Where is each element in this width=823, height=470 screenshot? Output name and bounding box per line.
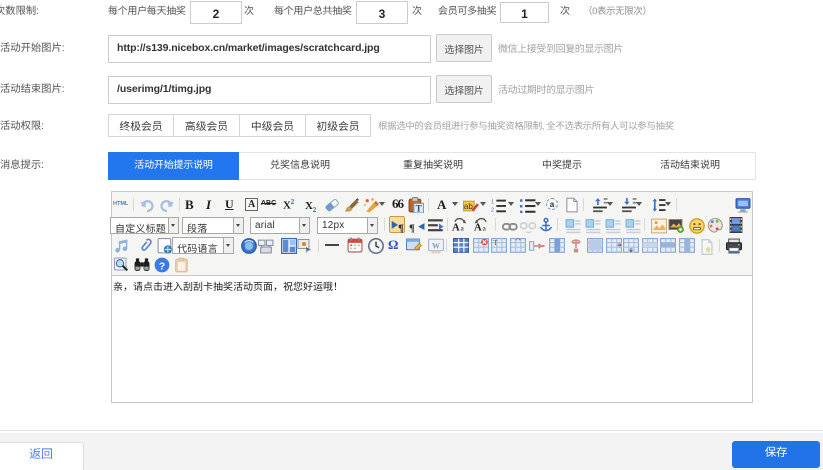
svg-text:a: a [461, 223, 465, 232]
svg-text:1: 1 [491, 199, 494, 205]
svg-text:a: a [483, 223, 487, 232]
svg-text:A: A [474, 222, 482, 233]
svg-text:T: T [416, 203, 422, 213]
svg-text:¶: ¶ [398, 223, 404, 234]
svg-text:W: W [432, 241, 440, 250]
svg-text:2: 2 [491, 207, 494, 213]
svg-text:?: ? [159, 261, 165, 272]
svg-text:¶: ¶ [409, 223, 415, 234]
svg-text:A: A [452, 222, 460, 233]
